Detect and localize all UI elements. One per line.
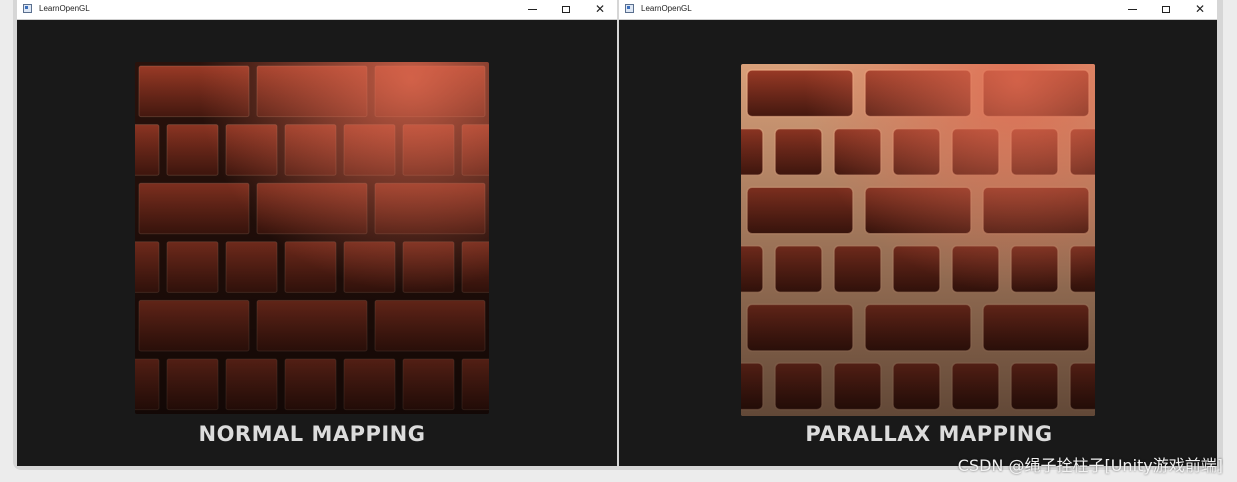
close-button[interactable]: ✕ (1183, 0, 1217, 19)
caption-normal-mapping: NORMAL MAPPING (198, 422, 426, 446)
close-icon: ✕ (1194, 2, 1206, 16)
close-button[interactable]: ✕ (583, 0, 617, 19)
window-title: LearnOpenGL (39, 4, 90, 13)
title-bar[interactable]: LearnOpenGL ✕ (17, 0, 617, 20)
caption-parallax-mapping: PARALLAX MAPPING (805, 422, 1053, 446)
minimize-icon (1127, 9, 1137, 10)
maximize-button[interactable] (549, 0, 583, 19)
minimize-button[interactable] (1115, 0, 1149, 19)
brick-wall-render-parallax (741, 64, 1095, 416)
window-title: LearnOpenGL (641, 4, 692, 13)
app-icon (23, 4, 32, 13)
csdn-watermark: CSDN @绳子拴柱子[Unity游戏前端] (957, 456, 1223, 475)
minimize-icon (527, 9, 537, 10)
maximize-icon (562, 6, 570, 13)
minimize-button[interactable] (515, 0, 549, 19)
maximize-button[interactable] (1149, 0, 1183, 19)
close-icon: ✕ (594, 2, 606, 16)
title-bar[interactable]: LearnOpenGL ✕ (619, 0, 1217, 20)
app-icon (625, 4, 634, 13)
opengl-window-normal-mapping[interactable]: LearnOpenGL ✕ NORMAL MAPPING (17, 0, 617, 466)
opengl-window-parallax-mapping[interactable]: LearnOpenGL ✕ PARALLAX MAPPING (619, 0, 1217, 466)
maximize-icon (1162, 6, 1170, 13)
brick-wall-render-normal (135, 62, 489, 414)
